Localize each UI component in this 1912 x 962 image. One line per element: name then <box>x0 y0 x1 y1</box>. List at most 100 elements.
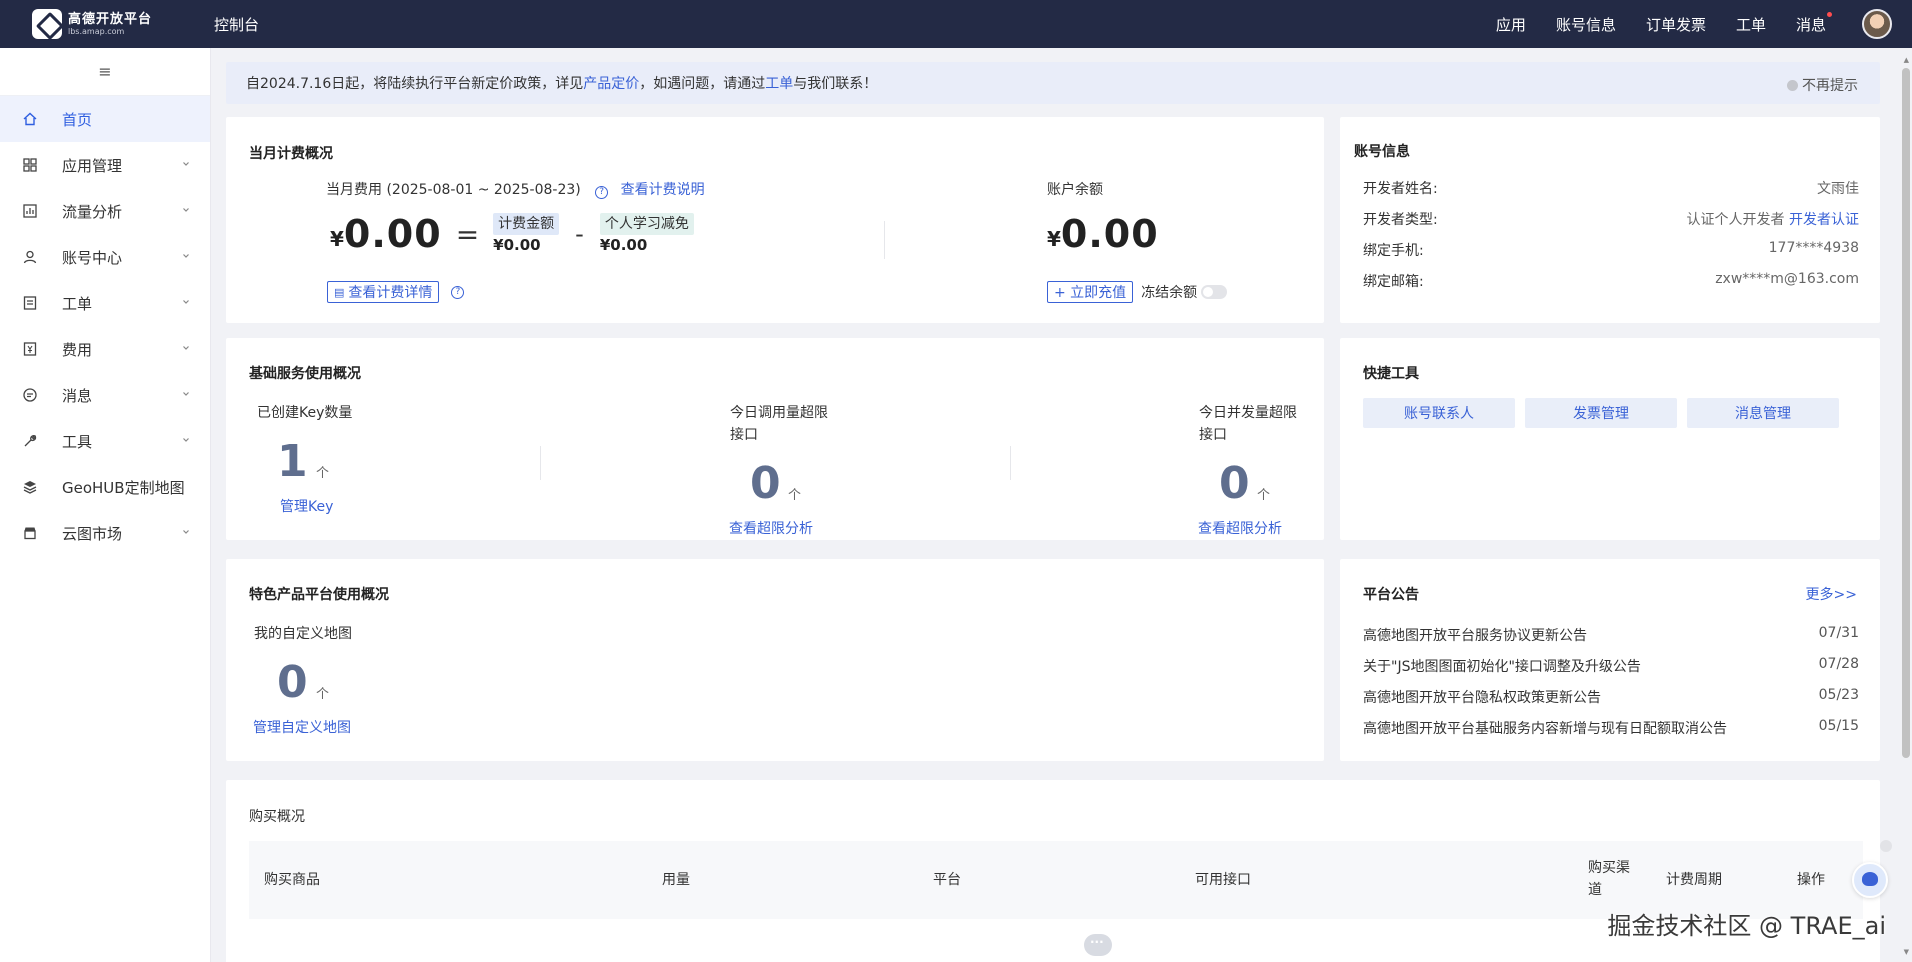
invoice-management-button[interactable]: 发票管理 <box>1525 398 1677 428</box>
announcements-title: 平台公告 <box>1363 587 1419 603</box>
logo-title: 高德开放平台 <box>68 11 153 27</box>
developer-verify-link[interactable]: 开发者认证 <box>1789 212 1859 228</box>
sidebar-item-fees[interactable]: 费用 <box>0 326 210 372</box>
custom-map-count: 0 <box>277 657 308 708</box>
nav-messages-label: 消息 <box>1795 15 1826 34</box>
close-icon <box>1787 79 1798 91</box>
user-icon <box>22 249 38 265</box>
announcement-date: 07/28 <box>1818 656 1859 672</box>
announcement-item[interactable]: 关于"JS地图图面初始化"接口调整及升级公告 07/28 <box>1363 656 1859 676</box>
bound-phone-row: 绑定手机: 177****4938 <box>1363 240 1859 260</box>
sidebar-item-app-management[interactable]: 应用管理 <box>0 142 210 188</box>
announcement-item[interactable]: 高德地图开放平台基础服务内容新增与现有日配额取消公告 05/15 <box>1363 718 1859 738</box>
billing-explain-link[interactable]: 查看计费说明 <box>621 182 705 198</box>
sidebar-item-label: 应用管理 <box>62 156 123 175</box>
col-usage: 用量 <box>662 872 690 888</box>
dismiss-notice-label: 不再提示 <box>1802 78 1858 94</box>
developer-name-key: 开发者姓名: <box>1363 181 1438 197</box>
message-management-button[interactable]: 消息管理 <box>1687 398 1839 428</box>
menu-toggle-icon[interactable]: ≡ <box>0 48 210 96</box>
help-icon[interactable]: ? <box>451 285 465 299</box>
logo-icon <box>32 9 62 39</box>
divider <box>1010 446 1011 480</box>
sidebar-item-messages[interactable]: 消息 <box>0 372 210 418</box>
user-avatar[interactable] <box>1862 9 1892 39</box>
frozen-balance-toggle[interactable] <box>1201 285 1228 299</box>
sidebar-item-account-center[interactable]: 账号中心 <box>0 234 210 280</box>
console-link[interactable]: 控制台 <box>214 14 259 35</box>
pricing-link[interactable]: 产品定价 <box>583 73 639 93</box>
custom-map-unit: 个 <box>316 687 330 702</box>
quick-tools-title: 快捷工具 <box>1363 366 1419 382</box>
notice-text-pre: 自2024.7.16日起，将陆续执行平台新定价政策，详见 <box>246 76 584 92</box>
sidebar-item-cloud-map-market[interactable]: 云图市场 <box>0 510 210 556</box>
basic-services-title: 基础服务使用概况 <box>249 366 361 382</box>
unread-dot <box>1827 11 1832 17</box>
nav-messages[interactable]: 消息 <box>1795 11 1832 35</box>
ticket-link[interactable]: 工单 <box>765 73 793 93</box>
sidebar-item-home[interactable]: 首页 <box>0 96 210 142</box>
nav-orders-invoices[interactable]: 订单发票 <box>1646 14 1706 35</box>
manage-custom-map-link[interactable]: 管理自定义地图 <box>253 717 351 737</box>
col-actions: 操作 <box>1797 872 1825 888</box>
announcement-item[interactable]: 高德地图开放平台隐私权政策更新公告 05/23 <box>1363 687 1859 707</box>
bound-email-value: zxw****m@163.com <box>1715 271 1859 287</box>
developer-type-row: 开发者类型: 认证个人开发者 开发者认证 <box>1363 209 1859 229</box>
frozen-balance-label: 冻结余额 <box>1141 285 1198 301</box>
concurrent-overlimit-value: 0 <box>1219 458 1250 509</box>
col-platform: 平台 <box>933 872 961 888</box>
store-icon <box>22 525 38 541</box>
account-contact-button[interactable]: 账号联系人 <box>1363 398 1515 428</box>
col-billing-cycle: 计费周期 <box>1666 872 1722 888</box>
manage-key-link[interactable]: 管理Key <box>280 496 333 516</box>
assistant-avatar-icon[interactable] <box>1852 862 1888 898</box>
special-products-title: 特色产品平台使用概况 <box>249 587 389 603</box>
nav-apps[interactable]: 应用 <box>1496 14 1526 35</box>
concurrent-overlimit-analysis-link[interactable]: 查看超限分析 <box>1198 518 1282 538</box>
close-assistant-icon[interactable] <box>1880 840 1892 852</box>
billing-card: 当月计费概况 当月费用 (2025-08-01 ~ 2025-08-23) ? … <box>226 117 1324 323</box>
scroll-up-arrow-icon[interactable]: ▲ <box>1904 56 1909 64</box>
fee-amount-label: 计费金额 <box>493 213 560 235</box>
purchase-overview-title: 购买概况 <box>249 809 305 825</box>
sidebar-item-label: 流量分析 <box>62 202 123 221</box>
account-balance: 0.00 <box>1060 212 1159 256</box>
document-icon: ▤ <box>334 285 345 299</box>
divider <box>540 446 541 480</box>
chevron-down-icon <box>183 346 189 350</box>
scroll-down-arrow-icon[interactable]: ▼ <box>1904 948 1909 956</box>
announcements-card: 平台公告 更多>> 高德地图开放平台服务协议更新公告 07/31 关于"JS地图… <box>1340 559 1880 761</box>
sidebar-item-label: GeoHUB定制地图 <box>62 478 185 497</box>
col-purchase-channel-2: 道 <box>1588 882 1602 898</box>
recharge-button[interactable]: + 立即充值 <box>1047 281 1134 303</box>
nav-tickets[interactable]: 工单 <box>1736 14 1766 35</box>
announcements-more-link[interactable]: 更多>> <box>1806 584 1857 604</box>
policy-notice: 自2024.7.16日起，将陆续执行平台新定价政策，详见 产品定价 ，如遇问题，… <box>226 62 1880 104</box>
account-info-card: 账号信息 开发者姓名: 文雨佳 开发者类型: 认证个人开发者 开发者认证 绑定手… <box>1340 117 1880 323</box>
help-icon[interactable]: ? <box>595 186 609 199</box>
sidebar-item-label: 首页 <box>62 110 93 129</box>
page-scrollbar[interactable] <box>1902 68 1910 758</box>
sidebar-item-traffic-analysis[interactable]: 流量分析 <box>0 188 210 234</box>
billing-detail-button[interactable]: ▤ 查看计费详情 <box>327 281 440 303</box>
quick-tools-card: 快捷工具 账号联系人 发票管理 消息管理 <box>1340 338 1880 540</box>
announcement-item[interactable]: 高德地图开放平台服务协议更新公告 07/31 <box>1363 625 1859 645</box>
sidebar-item-label: 账号中心 <box>62 248 123 267</box>
sidebar-item-tickets[interactable]: 工单 <box>0 280 210 326</box>
announcement-title: 高德地图开放平台隐私权政策更新公告 <box>1363 690 1601 706</box>
nav-account-info[interactable]: 账号信息 <box>1556 14 1616 35</box>
key-count-label: 已创建Key数量 <box>257 405 353 421</box>
col-product: 购买商品 <box>264 872 320 888</box>
discount-value: ¥0.00 <box>599 236 648 254</box>
balance-label: 账户余额 <box>1047 182 1103 198</box>
dismiss-notice-button[interactable]: 不再提示 <box>1787 75 1858 95</box>
billing-period: 当月费用 (2025-08-01 ~ 2025-08-23) ? 查看计费说明 <box>326 179 705 199</box>
chat-bubble-icon[interactable] <box>1084 934 1112 956</box>
daily-overlimit-analysis-link[interactable]: 查看超限分析 <box>729 518 813 538</box>
sidebar-item-geohub[interactable]: GeoHUB定制地图 <box>0 464 210 510</box>
currency-symbol: ¥ <box>1047 227 1061 251</box>
notice-text-mid: ，如遇问题，请通过 <box>639 76 766 92</box>
sidebar-item-tools[interactable]: 工具 <box>0 418 210 464</box>
logo[interactable]: 高德开放平台 lbs.amap.com <box>32 9 152 39</box>
sidebar-item-label: 工具 <box>62 432 93 451</box>
